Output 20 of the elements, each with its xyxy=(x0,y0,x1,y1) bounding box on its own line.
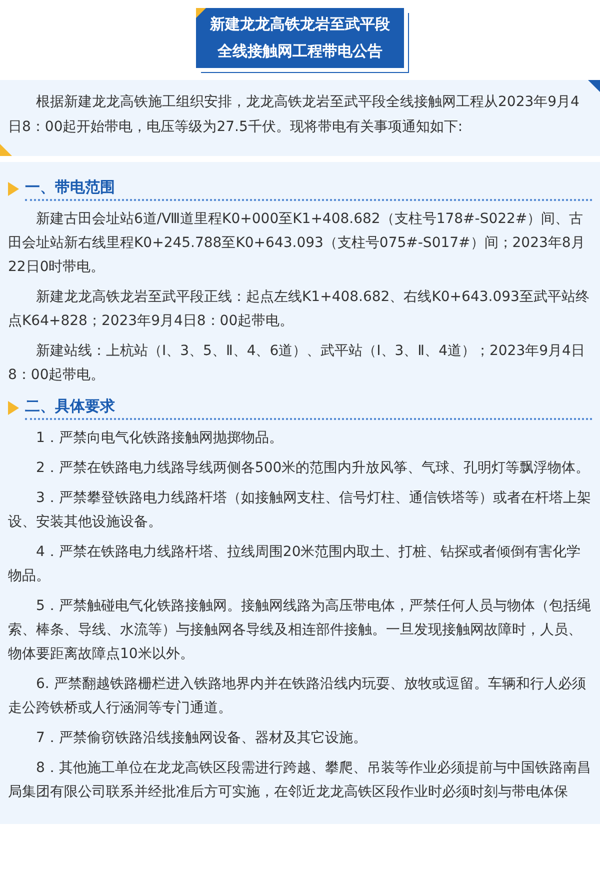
notice-paragraph: 2．严禁在铁路电力线路导线两侧各500米的范围内升放风筝、气球、孔明灯等飘浮物体。 xyxy=(35,459,591,478)
notice-paragraph: 4．严禁在铁路电力线路杆塔、拉线周围20米范围内取土、打桩、钻探或者倾倒有害化学物品。 xyxy=(8,543,582,586)
notice-paragraph: 新建龙龙高铁龙岩至武平段正线：起点左线K1+408.682、右线K0+643.093至武平站终点K64+828；2023年9月4日8：00起带电。 xyxy=(8,288,590,331)
corner-decoration xyxy=(588,80,600,92)
corner-decoration xyxy=(0,144,12,156)
notice-paragraph: 新建站线：上杭站（Ⅰ、3、5、Ⅱ、4、6道）、武平站（Ⅰ、3、Ⅱ、4道）；2023年9月4日8：00起带电。 xyxy=(8,342,586,385)
notice-paragraph: 6. 严禁翻越铁路栅栏进入铁路地界内并在铁路沿线内玩耍、放牧或逗留。车辆和行人必须走公跨铁桥或人行涵洞等专门通道。 xyxy=(8,675,587,718)
notice-paragraph: 5．严禁触碰电气化铁路接触网。接触网线路为高压带电体，严禁任何人员与物体（包括绳索、棒条、导线、水流等）与接触网各导线及相连部件接触。一旦发现接触网故障时，人员、物体要距离故障点10米以外。 xyxy=(8,597,592,664)
triangle-bullet-icon xyxy=(8,182,19,196)
notice-paragraph: 新建古田会址站6道/Ⅷ道里程K0+000至K1+408.682（支柱号178#-S022#）间、古田会址站新右线里程K0+245.788至K0+643.093（支柱号075#-S017#）间；2023年8月22日0时带电。 xyxy=(8,210,586,277)
section-heading: 一、带电范围 xyxy=(25,176,592,201)
intro-paragraph: 根据新建龙龙高铁施工组织安排，龙龙高铁龙岩至武平段全线接触网工程从2023年9月4日8：00起开始带电，电压等级为27.5千伏。现将带电有关事项通知如下: xyxy=(8,93,580,137)
notice-paragraph: 8．其他施工单位在龙龙高铁区段需进行跨越、攀爬、吊装等作业必须提前与中国铁路南昌局集团有限公司联系并经批准后方可实施，在邻近龙龙高铁区段作业时必须时刻与带电体保 xyxy=(8,759,592,802)
notice-paragraph: 1．严禁向电气化铁路接触网抛掷物品。 xyxy=(35,429,284,448)
section-heading: 二、具体要求 xyxy=(25,395,592,420)
notice-paragraph: 7．严禁偷窃铁路沿线接触网设备、器材及其它设施。 xyxy=(35,729,368,748)
corner-decoration xyxy=(196,8,206,18)
notice-title: 新建龙龙高铁龙岩至武平段 全线接触网工程带电公告 xyxy=(196,8,404,68)
triangle-bullet-icon xyxy=(8,400,19,414)
notice-paragraph: 3．严禁攀登铁路电力线路杆塔（如接触网支柱、信号灯柱、通信铁塔等）或者在杆塔上架设、安装其他设施设备。 xyxy=(8,489,592,532)
